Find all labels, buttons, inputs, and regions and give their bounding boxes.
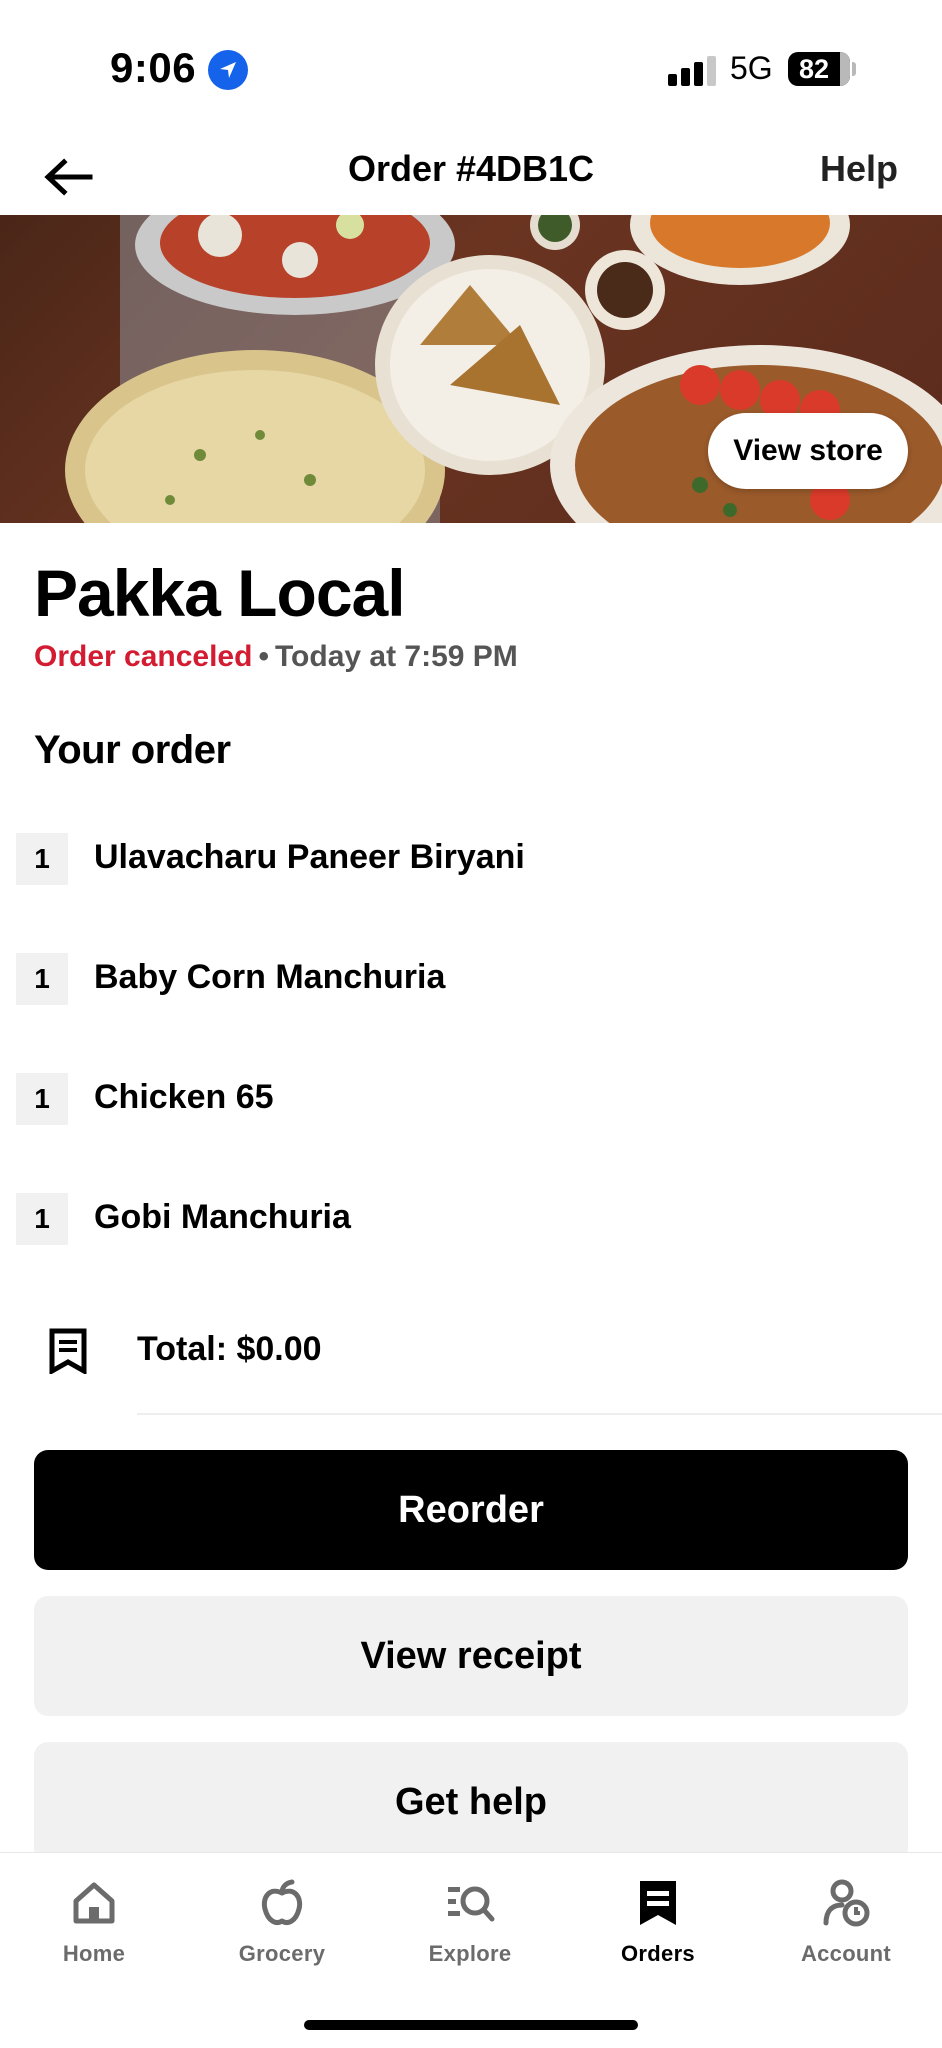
tab-orders[interactable]: Orders: [564, 1867, 752, 1977]
location-arrow-icon: [208, 50, 248, 90]
item-name: Chicken 65: [94, 1078, 274, 1116]
order-total: Total: $0.00: [137, 1330, 322, 1368]
item-quantity: 1: [16, 953, 68, 1005]
item-name: Baby Corn Manchuria: [94, 958, 446, 996]
explore-icon: [444, 1877, 496, 1929]
receipt-icon: [48, 1328, 88, 1379]
tab-explore[interactable]: Explore: [376, 1867, 564, 1977]
order-status-line: Order canceled • Today at 7:59 PM: [34, 640, 518, 674]
apple-icon: [256, 1877, 308, 1929]
item-quantity: 1: [16, 1073, 68, 1125]
item-name: Gobi Manchuria: [94, 1198, 351, 1236]
home-indicator: [304, 2020, 638, 2030]
home-icon: [68, 1877, 120, 1929]
tab-label: Grocery: [238, 1941, 326, 1966]
list-item: 1 Chicken 65: [0, 1070, 942, 1130]
receipt-icon: [632, 1877, 684, 1929]
store-hero-image: View store: [0, 215, 942, 523]
network-type: 5G: [730, 50, 773, 86]
item-quantity: 1: [16, 833, 68, 885]
order-time: Today at 7:59 PM: [274, 640, 518, 673]
help-link[interactable]: Help: [820, 148, 898, 190]
item-quantity: 1: [16, 1193, 68, 1245]
store-name: Pakka Local: [34, 556, 406, 630]
status-bar: 9:06 5G 82: [0, 0, 942, 140]
your-order-heading: Your order: [34, 728, 231, 772]
status-separator: •: [258, 640, 269, 673]
reorder-button[interactable]: Reorder: [34, 1450, 908, 1570]
battery-icon: 82: [788, 52, 850, 86]
view-store-button[interactable]: View store: [708, 413, 908, 489]
tab-label: Orders: [621, 1941, 695, 1966]
tab-home[interactable]: Home: [0, 1867, 188, 1977]
tab-grocery[interactable]: Grocery: [188, 1867, 376, 1977]
item-name: Ulavacharu Paneer Biryani: [94, 838, 525, 876]
tab-label: Home: [62, 1941, 126, 1966]
bottom-tab-bar: Home Grocery Explore Orders Account: [0, 1852, 942, 2048]
battery-level: 82: [798, 54, 830, 84]
page-title: Order #4DB1C: [347, 148, 595, 189]
list-item: 1 Ulavacharu Paneer Biryani: [0, 830, 942, 890]
view-receipt-button[interactable]: View receipt: [34, 1596, 908, 1716]
total-row: Total: $0.00: [0, 1320, 942, 1400]
account-icon: [820, 1877, 872, 1929]
cellular-signal-icon: [668, 56, 716, 86]
tab-label: Explore: [428, 1941, 512, 1966]
get-help-button[interactable]: Get help: [34, 1742, 908, 1862]
battery-nub: [852, 62, 856, 76]
status-time: 9:06: [110, 44, 197, 91]
tab-account[interactable]: Account: [752, 1867, 940, 1977]
order-status: Order canceled: [34, 640, 253, 673]
tab-label: Account: [800, 1941, 892, 1966]
list-item: 1 Gobi Manchuria: [0, 1190, 942, 1250]
list-item: 1 Baby Corn Manchuria: [0, 950, 942, 1010]
divider: [137, 1413, 942, 1415]
header: Order #4DB1C Help: [0, 140, 942, 215]
